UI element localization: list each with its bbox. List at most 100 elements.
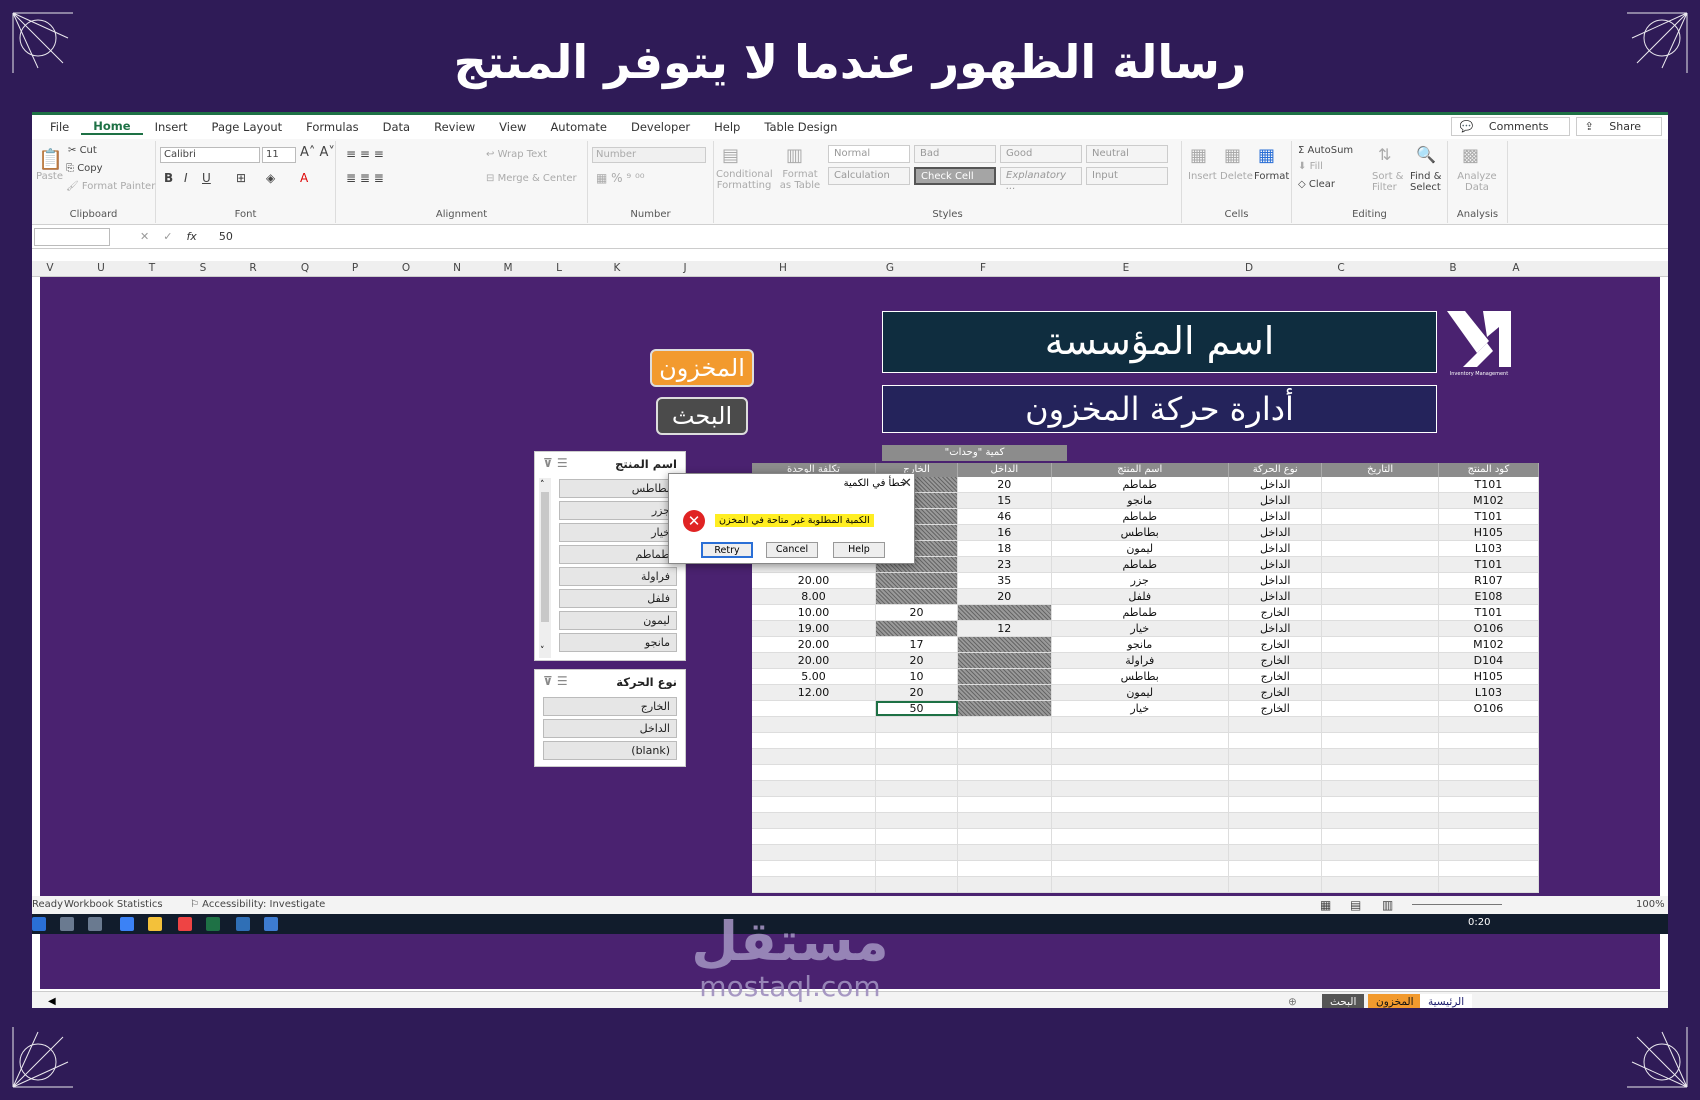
table-cell[interactable]: L103 (1439, 541, 1539, 556)
name-box[interactable] (34, 227, 110, 246)
table-cell[interactable] (958, 797, 1052, 812)
slicer-item[interactable]: فراولة (559, 567, 677, 586)
sheet-tab-stock[interactable]: المخزون (1368, 994, 1422, 1008)
table-cell[interactable] (958, 781, 1052, 796)
table-cell[interactable] (1439, 781, 1539, 796)
sort-filter-button[interactable]: Sort & Filter (1372, 171, 1406, 193)
table-cell[interactable]: فراولة (1052, 653, 1229, 668)
table-cell[interactable] (1322, 621, 1439, 636)
table-cell[interactable]: 50 (876, 701, 959, 716)
table-cell[interactable] (876, 877, 959, 892)
table-cell[interactable]: 19.00 (752, 621, 876, 636)
tab-automate[interactable]: Automate (538, 120, 619, 134)
table-cell[interactable] (1322, 717, 1439, 732)
table-cell[interactable]: ليمون (1052, 541, 1229, 556)
table-cell[interactable]: 20.00 (752, 637, 876, 652)
table-cell[interactable]: 12.00 (752, 685, 876, 700)
workbook-statistics-button[interactable]: Workbook Statistics (64, 899, 163, 910)
table-cell[interactable] (1052, 877, 1229, 892)
table-cell[interactable] (876, 813, 959, 828)
table-cell[interactable] (1322, 557, 1439, 572)
table-cell[interactable]: الخارج (1229, 637, 1323, 652)
align-top-icon[interactable]: ≡ ≡ ≡ (346, 147, 384, 161)
sheet-tab-search[interactable]: البحث (1322, 994, 1365, 1008)
table-cell[interactable]: طماطم (1052, 557, 1229, 572)
slicer-item[interactable]: ليمون (559, 611, 677, 630)
column-header[interactable]: O (402, 262, 410, 274)
table-cell[interactable] (1322, 749, 1439, 764)
table-cell[interactable] (1322, 781, 1439, 796)
table-cell[interactable]: R107 (1439, 573, 1539, 588)
table-cell[interactable] (752, 829, 876, 844)
table-cell[interactable] (876, 845, 959, 860)
analyze-data-button[interactable]: Analyze Data (1454, 171, 1500, 193)
table-cell[interactable] (1322, 477, 1439, 492)
table-cell[interactable] (1052, 845, 1229, 860)
cancel-button[interactable]: Cancel (766, 542, 818, 558)
table-cell[interactable]: فلفل (1052, 589, 1229, 604)
column-header[interactable]: M (503, 262, 512, 274)
table-cell[interactable]: 20 (958, 477, 1052, 492)
style-neutral[interactable]: Neutral (1086, 145, 1168, 163)
table-cell[interactable]: 20 (876, 685, 959, 700)
column-header[interactable]: L (556, 262, 562, 274)
table-cell[interactable] (876, 717, 959, 732)
slicer-item[interactable]: خيار (559, 523, 677, 542)
table-cell[interactable] (1322, 573, 1439, 588)
table-cell[interactable] (958, 845, 1052, 860)
clear-button[interactable]: ◇ Clear (1298, 179, 1335, 190)
table-cell[interactable] (1322, 493, 1439, 508)
table-cell[interactable] (1052, 717, 1229, 732)
column-header[interactable]: N (453, 262, 461, 274)
table-cell[interactable]: E108 (1439, 589, 1539, 604)
table-cell[interactable]: الخارج (1229, 605, 1323, 620)
file-explorer-icon[interactable] (148, 917, 162, 931)
table-cell[interactable]: بطاطس (1052, 525, 1229, 540)
table-cell[interactable]: طماطم (1052, 509, 1229, 524)
table-cell[interactable]: الخارج (1229, 653, 1323, 668)
table-cell[interactable] (1229, 813, 1323, 828)
format-as-table-button[interactable]: Format as Table (776, 169, 824, 191)
table-cell[interactable] (1052, 781, 1229, 796)
table-cell[interactable]: مانجو (1052, 637, 1229, 652)
table-cell[interactable] (958, 765, 1052, 780)
table-cell[interactable] (1439, 749, 1539, 764)
tab-page-layout[interactable]: Page Layout (200, 120, 295, 134)
table-cell[interactable]: T101 (1439, 605, 1539, 620)
table-cell[interactable] (1322, 829, 1439, 844)
fill-color-icon[interactable]: ◈ (266, 171, 275, 185)
table-cell[interactable] (1439, 845, 1539, 860)
table-cell[interactable] (1322, 525, 1439, 540)
table-cell[interactable] (876, 589, 959, 604)
table-cell[interactable]: طماطم (1052, 605, 1229, 620)
conditional-formatting-button[interactable]: Conditional Formatting (716, 169, 773, 191)
sheet-scroll-left-icon[interactable]: ◀ (40, 994, 64, 1008)
table-cell[interactable] (958, 813, 1052, 828)
tab-developer[interactable]: Developer (619, 120, 702, 134)
retry-button[interactable]: Retry (701, 542, 753, 558)
slicer-item[interactable]: (blank) (543, 741, 677, 760)
table-cell[interactable]: 10 (876, 669, 959, 684)
table-cell[interactable] (1439, 797, 1539, 812)
font-color-icon[interactable]: A (300, 171, 308, 185)
table-cell[interactable] (958, 701, 1052, 716)
table-cell[interactable] (958, 717, 1052, 732)
product-slicer-scrollbar[interactable]: ˄ ˅ (539, 478, 551, 658)
table-cell[interactable]: الخارج (1229, 685, 1323, 700)
style-input[interactable]: Input (1086, 167, 1168, 185)
style-explanatory[interactable]: Explanatory ... (1000, 167, 1082, 192)
table-cell[interactable] (876, 781, 959, 796)
wrap-text-button[interactable]: ↩ Wrap Text (486, 149, 547, 160)
table-cell[interactable]: الداخل (1229, 621, 1323, 636)
table-cell[interactable]: 20.00 (752, 573, 876, 588)
table-cell[interactable] (1322, 765, 1439, 780)
table-cell[interactable]: T101 (1439, 477, 1539, 492)
table-cell[interactable] (1322, 637, 1439, 652)
column-header[interactable]: V (46, 262, 53, 274)
table-cell[interactable]: L103 (1439, 685, 1539, 700)
column-header[interactable]: A (1512, 262, 1519, 274)
table-cell[interactable] (1322, 845, 1439, 860)
table-cell[interactable] (1052, 749, 1229, 764)
table-cell[interactable]: الداخل (1229, 557, 1323, 572)
tab-view[interactable]: View (487, 120, 538, 134)
